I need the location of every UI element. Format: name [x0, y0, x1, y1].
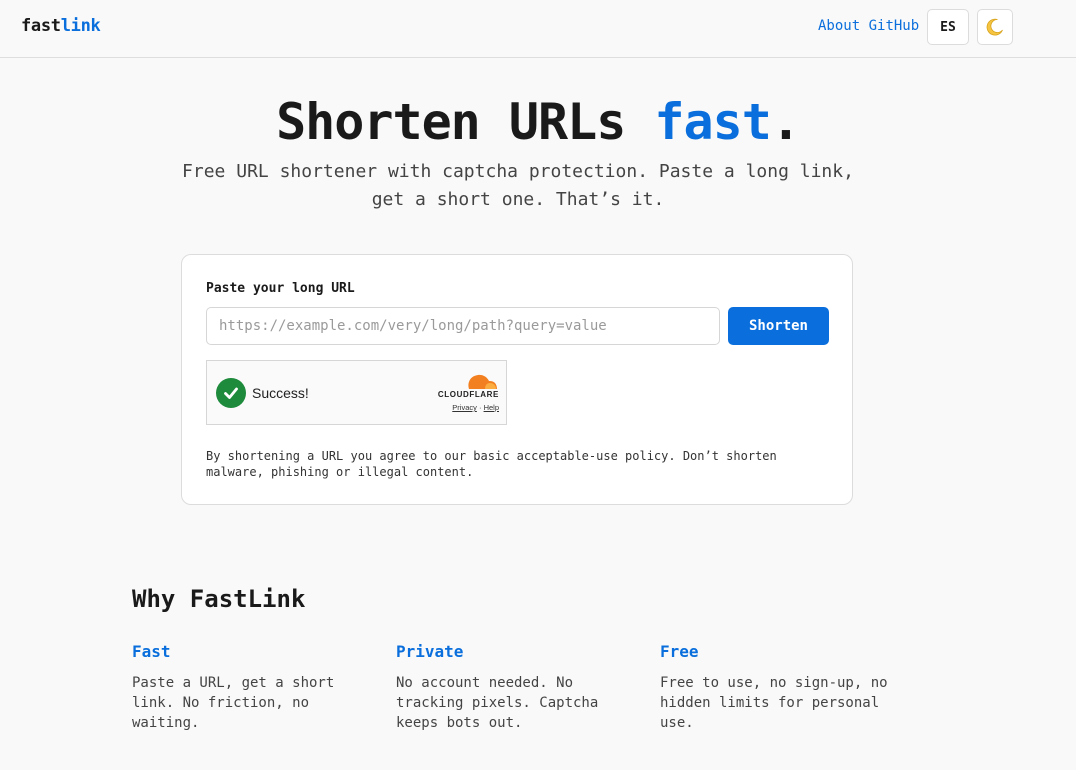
feature-fast: Fast Paste a URL, get a short link. No f…	[132, 642, 362, 733]
moon-icon	[986, 18, 1003, 36]
captcha-privacy-link[interactable]: Privacy	[452, 403, 477, 412]
captcha-widget[interactable]: Success! CLOUDFLARE Privacy · Help	[206, 360, 507, 425]
logo[interactable]: fastlink	[21, 16, 101, 36]
nav-github-link[interactable]: GitHub	[869, 18, 920, 34]
feature-body: No account needed. No tracking pixels. C…	[396, 675, 599, 731]
feature-private: Private No account needed. No tracking p…	[396, 642, 626, 733]
hero-subtitle: Free URL shortener with captcha protecti…	[182, 161, 854, 210]
shorten-button[interactable]: Shorten	[728, 307, 829, 345]
url-input-label: Paste your long URL	[206, 281, 355, 296]
feature-free: Free Free to use, no sign-up, no hidden …	[660, 642, 890, 733]
success-check-icon	[216, 378, 246, 408]
captcha-links: Privacy · Help	[423, 403, 499, 412]
hero-title-end: .	[770, 93, 801, 151]
why-section-title: Why FastLink	[132, 585, 306, 613]
nav-about-link[interactable]: About	[818, 18, 860, 34]
url-input[interactable]	[206, 307, 720, 345]
cloudflare-cloud-icon	[468, 374, 497, 389]
hero-title-text: Shorten URLs	[276, 93, 655, 151]
hero-title-accent: fast	[654, 93, 771, 151]
cloudflare-wordmark: CLOUDFLARE	[437, 390, 499, 399]
language-toggle-button[interactable]: ES	[927, 9, 969, 45]
theme-toggle-button[interactable]	[977, 9, 1013, 45]
feature-body: Free to use, no sign-up, no hidden limit…	[660, 675, 888, 731]
feature-title: Fast	[132, 642, 171, 661]
site-header: fastlink About GitHub ES	[0, 0, 1076, 58]
hero-title: Shorten URLs fast.	[0, 90, 1076, 154]
captcha-help-link[interactable]: Help	[484, 403, 499, 412]
logo-part-b: link	[60, 16, 101, 36]
feature-body: Paste a URL, get a short link. No fricti…	[132, 675, 335, 731]
captcha-link-separator: ·	[478, 403, 482, 412]
top-nav: About GitHub	[818, 18, 919, 34]
feature-title: Private	[396, 642, 464, 661]
captcha-status-text: Success!	[252, 385, 309, 401]
feature-title: Free	[660, 642, 699, 661]
policy-notice: By shortening a URL you agree to our bas…	[206, 449, 777, 479]
shorten-form-card: Paste your long URL Shorten Success! CLO…	[181, 254, 853, 505]
logo-part-a: fast	[21, 16, 61, 36]
